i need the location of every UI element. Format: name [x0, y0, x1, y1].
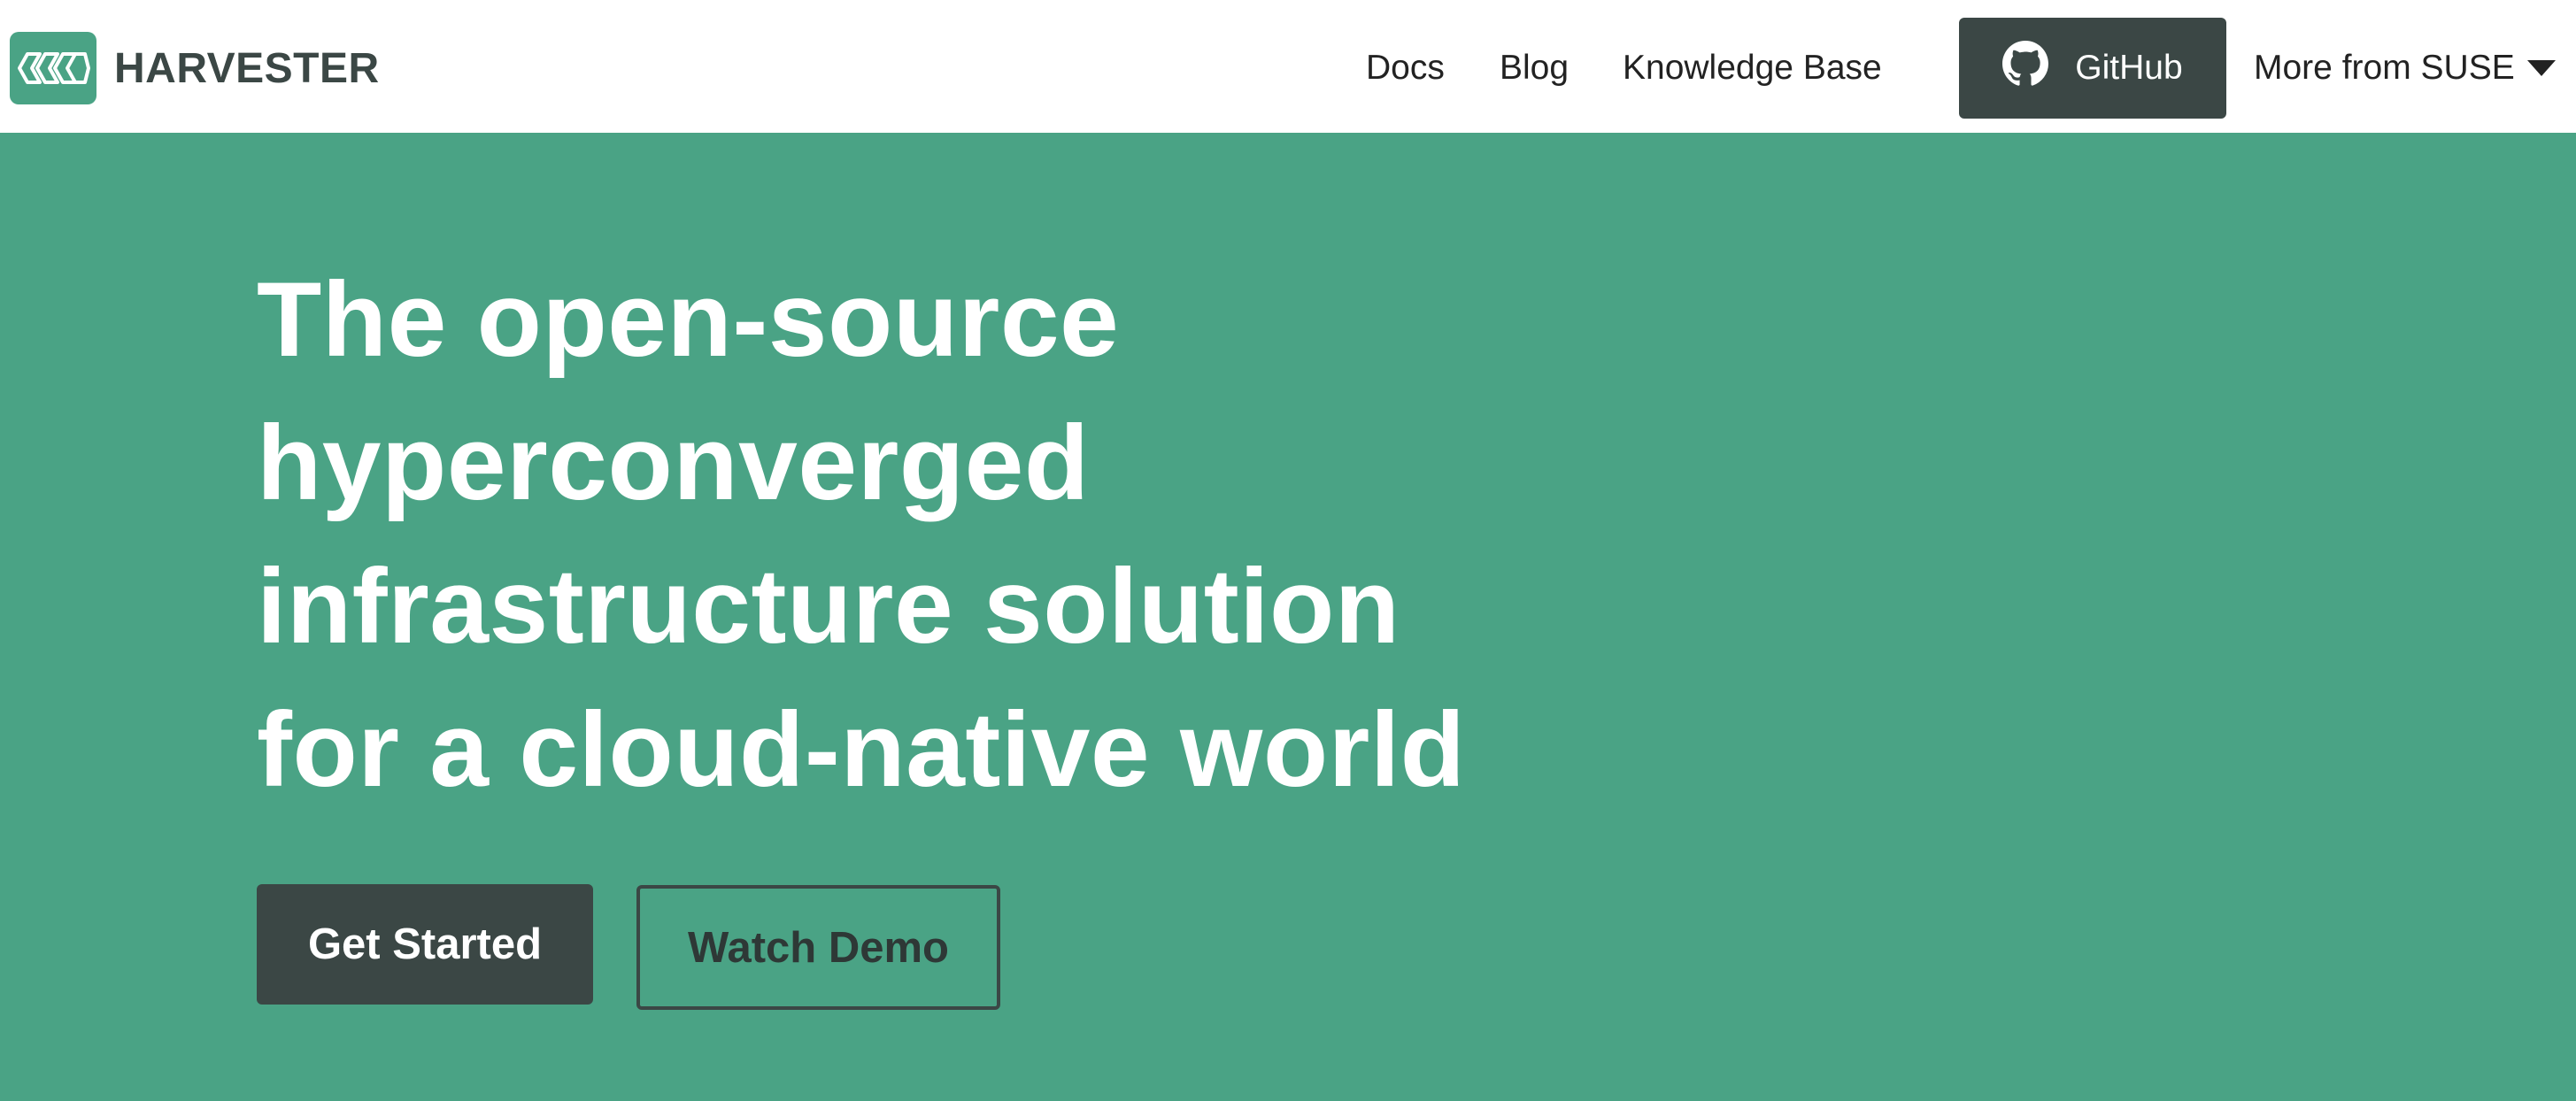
hero-title: The open-source hyperconverged infrastru…: [257, 248, 1673, 821]
harvester-logo-icon: [10, 32, 96, 104]
more-from-suse-dropdown[interactable]: More from SUSE: [2254, 42, 2556, 94]
brand-home-link[interactable]: HARVESTER: [10, 32, 380, 104]
hero-section: The open-source hyperconverged infrastru…: [0, 133, 2576, 1101]
watch-demo-button[interactable]: Watch Demo: [636, 885, 1000, 1010]
hero-title-line-3: infrastructure solution: [257, 547, 1400, 666]
brand-name: HARVESTER: [114, 44, 380, 92]
top-navbar: HARVESTER Docs Blog Knowledge Base GitHu…: [0, 0, 2576, 133]
hero-title-line-4: for a cloud-native world: [257, 690, 1466, 809]
hero-title-line-1: The open-source: [257, 260, 1120, 379]
github-button-label: GitHub: [2075, 49, 2183, 87]
nav-link-blog[interactable]: Blog: [1500, 42, 1569, 94]
get-started-button[interactable]: Get Started: [257, 884, 593, 1005]
github-icon: [2002, 41, 2049, 96]
nav-link-knowledge-base[interactable]: Knowledge Base: [1623, 42, 1882, 94]
github-button[interactable]: GitHub: [1959, 18, 2226, 119]
more-from-suse-label: More from SUSE: [2254, 49, 2515, 87]
nav-link-docs[interactable]: Docs: [1366, 42, 1445, 94]
hero-title-line-2: hyperconverged: [257, 404, 1090, 522]
caret-down-icon: [2526, 60, 2556, 76]
